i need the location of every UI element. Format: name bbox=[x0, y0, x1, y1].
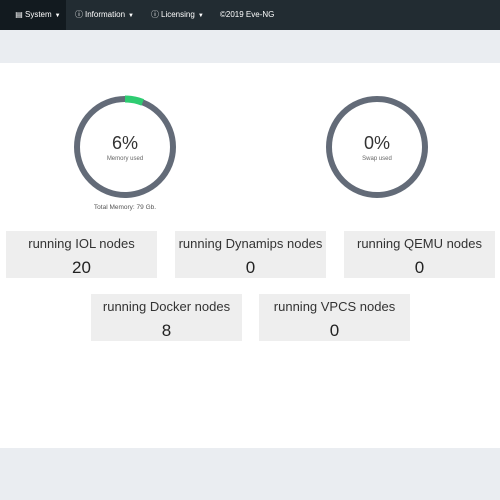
docker-nodes-title: running Docker nodes bbox=[102, 299, 231, 314]
chevron-down-icon: ▼ bbox=[54, 13, 61, 19]
iol-nodes-title: running IOL nodes bbox=[28, 236, 135, 251]
memory-used-label: Memory used bbox=[106, 156, 144, 162]
book-icon: ▤ bbox=[15, 10, 23, 19]
swap-used-value: 0% bbox=[363, 133, 390, 153]
chevron-down-icon: ▼ bbox=[197, 13, 204, 19]
footer-band bbox=[0, 448, 500, 500]
info-circle-icon: ⓘ bbox=[151, 10, 159, 19]
info-circle-icon: ⓘ bbox=[75, 10, 83, 19]
vpcs-nodes-title: running VPCS nodes bbox=[273, 299, 396, 314]
memory-gauge: 6% Memory used bbox=[73, 95, 177, 199]
nav-system-label: System bbox=[25, 10, 52, 19]
qemu-nodes-panel: running QEMU nodes 0 bbox=[344, 231, 495, 278]
vpcs-nodes-count: 0 bbox=[329, 321, 340, 340]
memory-used-value: 6% bbox=[111, 133, 138, 153]
nav-system-menu[interactable]: ▤ System ▼ bbox=[0, 0, 66, 30]
iol-nodes-panel: running IOL nodes 20 bbox=[6, 231, 157, 278]
total-memory-text: Total Memory: 79 Gb. bbox=[93, 204, 157, 211]
nav-information-menu[interactable]: ⓘ Information ▼ bbox=[75, 0, 134, 30]
nav-copyright: ©2019 Eve-NG bbox=[220, 10, 275, 19]
top-navbar: ▤ System ▼ ⓘ Information ▼ ⓘ Licensing ▼ ©2019… bbox=[0, 0, 500, 30]
dynamips-nodes-count: 0 bbox=[245, 258, 256, 277]
nav-licensing-menu[interactable]: ⓘ Licensing ▼ bbox=[151, 0, 204, 30]
header-band bbox=[0, 30, 500, 63]
docker-nodes-count: 8 bbox=[161, 321, 172, 340]
iol-nodes-count: 20 bbox=[72, 258, 91, 277]
dynamips-nodes-title: running Dynamips nodes bbox=[178, 236, 323, 251]
swap-gauge: 0% Swap used bbox=[325, 95, 429, 199]
docker-nodes-panel: running Docker nodes 8 bbox=[91, 294, 242, 341]
chevron-down-icon: ▼ bbox=[128, 13, 134, 19]
nav-information-label: Information bbox=[85, 10, 126, 19]
vpcs-nodes-panel: running VPCS nodes 0 bbox=[259, 294, 410, 341]
qemu-nodes-count: 0 bbox=[414, 258, 425, 277]
nav-licensing-label: Licensing bbox=[161, 10, 195, 19]
dynamips-nodes-panel: running Dynamips nodes 0 bbox=[175, 231, 326, 278]
qemu-nodes-title: running QEMU nodes bbox=[356, 236, 482, 251]
swap-used-label: Swap used bbox=[362, 156, 392, 162]
